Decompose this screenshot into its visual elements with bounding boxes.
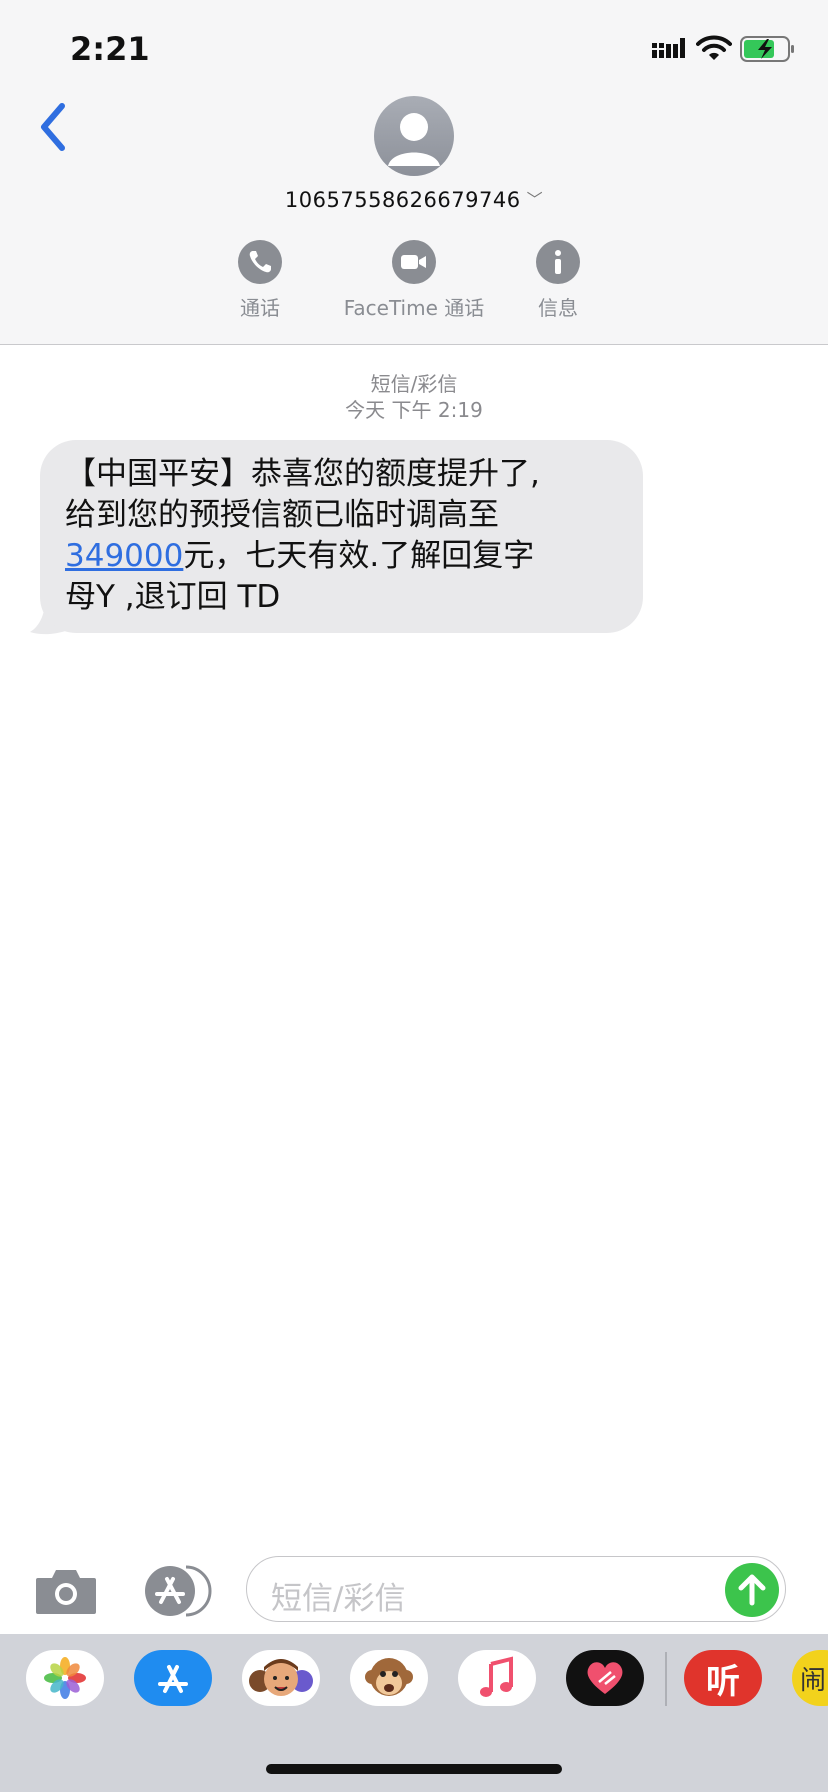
- partial-app-label: 闹: [799, 1665, 826, 1696]
- send-button[interactable]: [725, 1563, 779, 1617]
- camera-icon[interactable]: [34, 1566, 98, 1616]
- person-silhouette-icon: [388, 113, 440, 166]
- ting-app-icon[interactable]: 听: [684, 1650, 762, 1706]
- call-label: 通话: [240, 296, 280, 320]
- back-chevron-icon[interactable]: [34, 100, 74, 156]
- battery-charging-icon: [740, 36, 794, 62]
- phone-icon: [238, 240, 282, 284]
- facetime-label: FaceTime 通话: [343, 296, 485, 320]
- memoji-icon[interactable]: [242, 1650, 320, 1706]
- info-label: 信息: [538, 296, 578, 320]
- message-line-4: 母Y ,退订回 TD: [65, 579, 281, 615]
- message-line-3-text: 元，七天有效.了解回复字: [183, 538, 535, 574]
- heart-app-icon[interactable]: [566, 1650, 644, 1706]
- chevron-down-icon: ﹀: [526, 190, 544, 209]
- facetime-action[interactable]: FaceTime 通话: [342, 240, 486, 321]
- ting-app-label: 听: [706, 1661, 740, 1702]
- contact-number[interactable]: 10657558626679746 ﹀: [0, 186, 828, 212]
- video-camera-icon: [392, 240, 436, 284]
- incoming-message-bubble[interactable]: 【中国平安】恭喜您的额度提升了, 给到您的预授信额已临时调高至 349000元，…: [40, 440, 643, 633]
- drawer-divider: [665, 1652, 667, 1706]
- music-app-icon[interactable]: [458, 1650, 536, 1706]
- message-type-label: 短信/彩信: [370, 372, 458, 396]
- amount-link[interactable]: 349000: [65, 538, 183, 574]
- home-indicator[interactable]: [266, 1764, 562, 1774]
- wifi-icon: [696, 35, 732, 60]
- conversation-header: 2:21 10657558626679746 ﹀ 通话 FaceTime 通话 …: [0, 0, 828, 345]
- animoji-monkey-icon[interactable]: [350, 1650, 428, 1706]
- contact-number-text: 10657558626679746: [284, 188, 521, 212]
- app-store-icon[interactable]: [134, 1650, 212, 1706]
- message-input[interactable]: 短信/彩信: [246, 1556, 786, 1622]
- app-store-button-icon[interactable]: [140, 1564, 212, 1618]
- message-line-1: 【中国平安】恭喜您的额度提升了,: [65, 456, 540, 492]
- arrow-up-icon: [738, 1574, 766, 1606]
- photos-app-icon[interactable]: [26, 1650, 104, 1706]
- message-line-2: 给到您的预授信额已临时调高至: [65, 497, 499, 533]
- partial-app-icon[interactable]: 闹: [792, 1650, 828, 1706]
- message-input-placeholder: 短信/彩信: [271, 1581, 406, 1617]
- call-action[interactable]: 通话: [238, 240, 282, 321]
- contact-avatar[interactable]: [374, 96, 454, 176]
- message-timestamp: 今天 下午 2:19: [345, 398, 483, 422]
- info-action[interactable]: 信息: [536, 240, 580, 321]
- cellular-signal-icon: [652, 38, 685, 58]
- info-icon: [536, 240, 580, 284]
- status-time: 2:21: [70, 30, 150, 68]
- message-line-3: 349000元，七天有效.了解回复字: [65, 536, 617, 577]
